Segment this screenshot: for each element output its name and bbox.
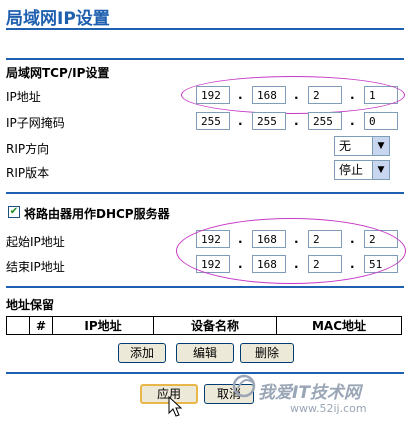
table-header-row: # IP地址 设备名称 MAC地址 <box>6 316 402 335</box>
divider <box>6 286 404 288</box>
mask-octet-2[interactable]: 255 <box>252 112 286 130</box>
octet-separator: . <box>238 257 243 271</box>
watermark-logo-icon <box>232 374 256 398</box>
ip-octet-4[interactable]: 1 <box>364 86 398 104</box>
rip-version-label: RIP版本 <box>6 166 50 180</box>
annotation-ellipse <box>176 218 406 284</box>
lan-section-title: 局域网TCP/IP设置 <box>6 66 110 80</box>
start-ip-octet-1[interactable]: 192 <box>196 230 230 248</box>
ip-octet-2[interactable]: 168 <box>252 86 286 104</box>
octet-separator: . <box>294 88 299 102</box>
ip-octet-1[interactable]: 192 <box>196 86 230 104</box>
end-ip-octet-3[interactable]: 2 <box>308 255 342 273</box>
mask-octet-1[interactable]: 255 <box>196 112 230 130</box>
octet-separator: . <box>238 232 243 246</box>
divider <box>6 28 404 30</box>
chevron-down-icon[interactable]: ▼ <box>372 137 389 155</box>
octet-separator: . <box>350 232 355 246</box>
select-column-header <box>6 316 30 335</box>
column-header-device-name: 设备名称 <box>153 316 277 335</box>
start-ip-octet-2[interactable]: 168 <box>252 230 286 248</box>
octet-separator: . <box>294 232 299 246</box>
divider <box>6 58 404 60</box>
page-title: 局域网IP设置 <box>6 9 110 29</box>
end-ip-label: 结束IP地址 <box>6 260 65 274</box>
octet-separator: . <box>238 88 243 102</box>
divider <box>6 192 404 194</box>
mask-octet-3[interactable]: 255 <box>308 112 342 130</box>
edit-button[interactable]: 编辑 <box>176 343 234 363</box>
watermark-text: 我爱IT技术网 <box>258 383 361 403</box>
rip-direction-select[interactable]: 无 ▼ <box>334 136 390 156</box>
octet-separator: . <box>350 257 355 271</box>
dhcp-checkbox[interactable]: ✔ <box>8 206 20 218</box>
rip-version-value: 停止 <box>339 163 364 177</box>
dhcp-checkbox-label: 将路由器用作DHCP服务器 <box>24 207 170 221</box>
chevron-down-icon[interactable]: ▼ <box>372 161 389 179</box>
rip-direction-label: RIP方向 <box>6 142 50 156</box>
column-header-index: # <box>29 316 53 335</box>
reservation-table: # IP地址 设备名称 MAC地址 <box>6 316 402 335</box>
octet-separator: . <box>350 88 355 102</box>
delete-button[interactable]: 删除 <box>240 343 294 363</box>
octet-separator: . <box>294 257 299 271</box>
divider <box>6 372 404 374</box>
mask-label: IP子网掩码 <box>6 116 65 130</box>
reservation-section-title: 地址保留 <box>6 298 55 312</box>
start-ip-octet-3[interactable]: 2 <box>308 230 342 248</box>
column-header-mac: MAC地址 <box>276 316 402 335</box>
rip-version-select[interactable]: 停止 ▼ <box>334 160 390 180</box>
end-ip-octet-1[interactable]: 192 <box>196 255 230 273</box>
mask-octet-4[interactable]: 0 <box>364 112 398 130</box>
octet-separator: . <box>294 114 299 128</box>
rip-direction-value: 无 <box>339 139 352 153</box>
end-ip-octet-4[interactable]: 51 <box>364 255 398 273</box>
add-button[interactable]: 添加 <box>118 343 166 363</box>
ip-label: IP地址 <box>6 90 41 104</box>
mouse-cursor-icon <box>168 396 183 417</box>
ip-octet-3[interactable]: 2 <box>308 86 342 104</box>
watermark-url: www.52ij.com <box>290 402 367 415</box>
octet-separator: . <box>238 114 243 128</box>
end-ip-octet-2[interactable]: 168 <box>252 255 286 273</box>
start-ip-octet-4[interactable]: 2 <box>364 230 398 248</box>
column-header-ip: IP地址 <box>52 316 154 335</box>
start-ip-label: 起始IP地址 <box>6 235 65 249</box>
octet-separator: . <box>350 114 355 128</box>
